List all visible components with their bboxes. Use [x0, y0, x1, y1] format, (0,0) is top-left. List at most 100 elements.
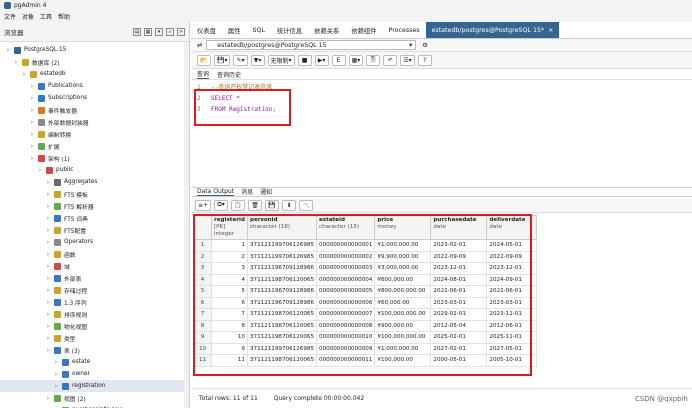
- tree-node[interactable]: › public: [0, 164, 189, 176]
- chevron-icon[interactable]: ›: [44, 191, 52, 198]
- chevron-icon[interactable]: ›: [44, 347, 52, 354]
- tab-processes[interactable]: Processes: [383, 22, 426, 38]
- explain-icon[interactable]: E: [331, 54, 346, 66]
- tree-node[interactable]: › 外部数据封装器: [0, 116, 189, 128]
- tree-node[interactable]: › 1.3 序列: [0, 296, 189, 308]
- help-icon[interactable]: ?: [417, 54, 432, 66]
- terminal-icon[interactable]: >: [177, 27, 185, 36]
- tree-node[interactable]: › 函数: [0, 248, 189, 260]
- tree-node[interactable]: ›purchaseinfoview: [0, 404, 189, 408]
- download-icon[interactable]: ⬇: [282, 199, 297, 211]
- tree-node[interactable]: › FTS配置: [0, 224, 189, 236]
- tree-node[interactable]: › 外部表: [0, 272, 189, 284]
- tree-node[interactable]: › PostgreSQL 15: [0, 44, 189, 56]
- chevron-icon[interactable]: ›: [4, 47, 12, 54]
- menu-object[interactable]: 对象: [22, 12, 34, 21]
- tab-query-tool[interactable]: estatedb/postgres@PostgreSQL 15* ×: [425, 22, 560, 38]
- tree-node[interactable]: › 域: [0, 260, 189, 272]
- chevron-icon[interactable]: ›: [44, 263, 52, 270]
- tree-node[interactable]: › 编制转换: [0, 128, 189, 140]
- chevron-icon[interactable]: ›: [52, 359, 60, 366]
- chevron-icon[interactable]: ›: [44, 215, 52, 222]
- tab-statistics[interactable]: 统计信息: [271, 22, 308, 38]
- tree-node[interactable]: › FTS 词典: [0, 212, 189, 224]
- chevron-icon[interactable]: ›: [20, 71, 28, 78]
- tab-dependents[interactable]: 依赖组件: [345, 22, 382, 38]
- tree-node[interactable]: › 表 (3): [0, 344, 189, 356]
- tab-data-output[interactable]: Data Output: [197, 188, 235, 196]
- tree-node[interactable]: › estatedb: [0, 68, 189, 80]
- chevron-icon[interactable]: ›: [44, 239, 52, 246]
- chevron-icon[interactable]: ›: [44, 395, 52, 402]
- explain-analyze-icon[interactable]: ▦▾: [348, 54, 364, 66]
- tree-node[interactable]: › 架构 (1): [0, 152, 189, 164]
- chevron-icon[interactable]: ›: [44, 299, 52, 306]
- tree-node[interactable]: › 扩展: [0, 140, 189, 152]
- edit-icon[interactable]: ✎▾: [233, 54, 248, 66]
- chevron-icon[interactable]: ›: [28, 143, 36, 150]
- macros-icon[interactable]: ☰▾: [400, 54, 415, 66]
- tree-node[interactable]: › 事件触发器: [0, 104, 189, 116]
- browser-scrollbar[interactable]: [184, 42, 189, 408]
- execute-icon[interactable]: ▶▾: [314, 54, 329, 66]
- rollback-icon[interactable]: ↶: [383, 54, 398, 66]
- open-file-icon[interactable]: 📂: [197, 54, 211, 66]
- chevron-icon[interactable]: ›: [52, 371, 60, 378]
- paste-icon[interactable]: 📋: [231, 199, 246, 211]
- add-row-icon[interactable]: ≡+: [195, 199, 212, 211]
- tab-sql[interactable]: SQL: [246, 22, 270, 38]
- table-grid-icon[interactable]: ▦: [144, 27, 152, 36]
- chevron-icon[interactable]: ›: [44, 275, 52, 282]
- chevron-icon[interactable]: ›: [28, 119, 36, 126]
- chevron-icon[interactable]: ›: [44, 311, 52, 318]
- chevron-icon[interactable]: ›: [52, 383, 60, 390]
- limit-select[interactable]: 无限制 ▾: [267, 54, 295, 66]
- tree-node[interactable]: › 数据库 (2): [0, 56, 189, 68]
- filter-icon[interactable]: ▾: [155, 27, 163, 36]
- tab-query-history[interactable]: 查询历史: [217, 70, 241, 79]
- tree-node[interactable]: › FTS 模板: [0, 188, 189, 200]
- menu-tools[interactable]: 工具: [40, 12, 52, 21]
- commit-icon[interactable]: ⎘: [366, 54, 381, 66]
- save-data-icon[interactable]: 💾: [265, 199, 280, 211]
- delete-icon[interactable]: 🗑: [248, 199, 263, 211]
- chevron-icon[interactable]: ›: [44, 287, 52, 294]
- chevron-icon[interactable]: ›: [28, 155, 36, 162]
- copy-icon[interactable]: ⧉▾: [214, 199, 229, 211]
- chevron-icon[interactable]: ›: [28, 131, 36, 138]
- chevron-icon[interactable]: ›: [44, 179, 52, 186]
- chevron-icon[interactable]: ›: [44, 335, 52, 342]
- stop-icon[interactable]: ■: [297, 54, 312, 66]
- chevron-icon[interactable]: ›: [28, 107, 36, 114]
- object-explorer-icon[interactable]: ▤: [133, 27, 141, 36]
- tree-node[interactable]: › owner: [0, 368, 189, 380]
- connection-select[interactable]: estatedb/postgres@PostgreSQL 15 ▾: [206, 40, 417, 50]
- tree-node[interactable]: › Publications: [0, 80, 189, 92]
- tree-node[interactable]: › 排序规则: [0, 308, 189, 320]
- tree-node[interactable]: › Subscriptions: [0, 92, 189, 104]
- chevron-icon[interactable]: ›: [44, 227, 52, 234]
- tree-node[interactable]: › 物化视图: [0, 320, 189, 332]
- tree-node[interactable]: › Operators: [0, 236, 189, 248]
- menu-help[interactable]: 帮助: [58, 12, 70, 21]
- search-icon[interactable]: ⌕: [166, 27, 174, 36]
- tree-node[interactable]: › FTS 解析器: [0, 200, 189, 212]
- chevron-icon[interactable]: ›: [36, 167, 44, 174]
- tab-messages[interactable]: 消息: [241, 187, 253, 196]
- chevron-icon[interactable]: ›: [44, 251, 52, 258]
- tree-node[interactable]: › 视图 (2): [0, 392, 189, 404]
- tree-node[interactable]: › registration: [0, 380, 189, 392]
- gear-icon[interactable]: ⚙: [422, 42, 428, 49]
- chevron-icon[interactable]: ›: [44, 203, 52, 210]
- chevron-icon[interactable]: ›: [44, 323, 52, 330]
- tab-query[interactable]: 查询: [197, 69, 210, 79]
- tab-dashboard[interactable]: 仪表盘: [191, 22, 222, 38]
- tree-node[interactable]: › 存储过程: [0, 284, 189, 296]
- chevron-icon[interactable]: ›: [28, 83, 36, 90]
- save-icon[interactable]: 💾▾: [214, 54, 231, 66]
- close-icon[interactable]: ×: [548, 27, 553, 34]
- tab-properties[interactable]: 属性: [222, 22, 247, 38]
- tab-notifications[interactable]: 通知: [260, 187, 272, 196]
- filter-rows-icon[interactable]: ▼▾: [250, 54, 265, 66]
- tab-dependencies[interactable]: 依赖关系: [308, 22, 345, 38]
